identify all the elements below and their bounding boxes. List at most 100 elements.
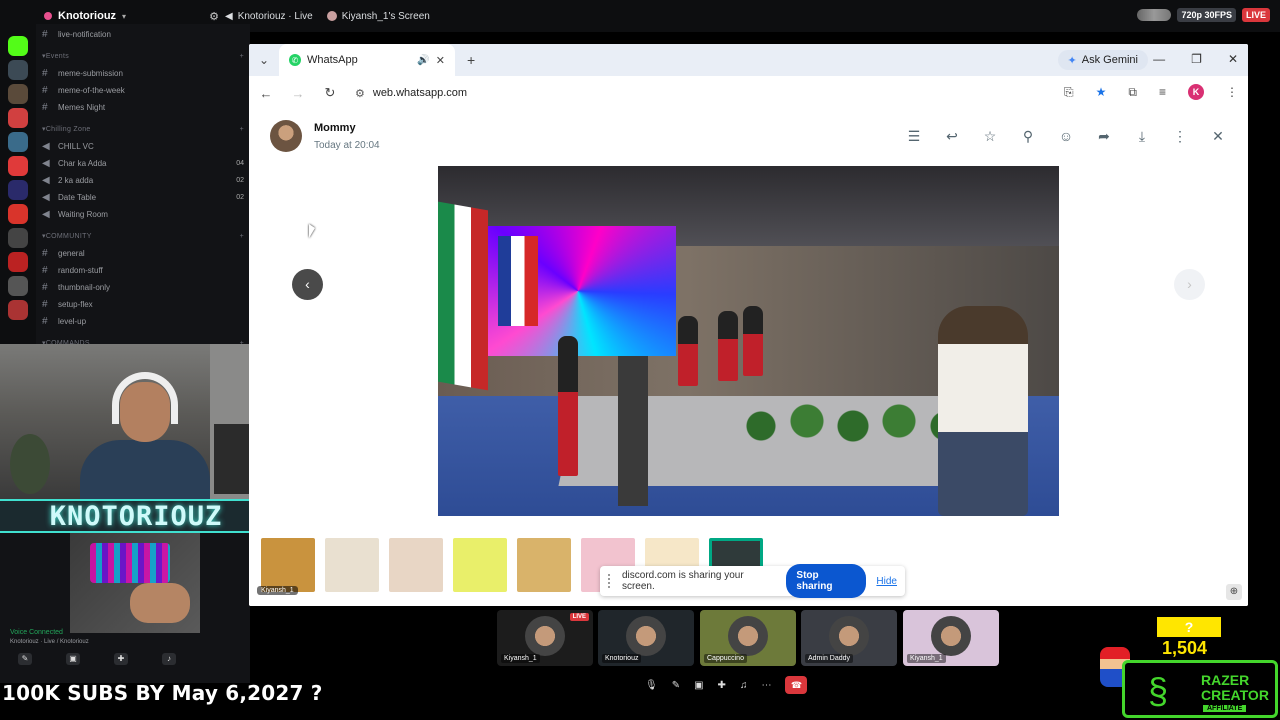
server-icon-kick[interactable] bbox=[8, 36, 28, 56]
cam-plant bbox=[10, 434, 50, 494]
next-media-button[interactable]: › bbox=[1174, 269, 1205, 300]
forward-icon[interactable]: ➦ bbox=[1096, 128, 1112, 145]
server-icon[interactable] bbox=[8, 204, 28, 224]
server-icon[interactable] bbox=[8, 132, 28, 152]
speaker-icon[interactable]: 🔊 bbox=[417, 55, 429, 66]
channel-category[interactable]: ▾ Events + bbox=[42, 47, 244, 65]
reload-icon[interactable]: ↻ bbox=[323, 85, 337, 101]
reading-list-icon[interactable]: ≡ bbox=[1159, 85, 1166, 99]
text-channel[interactable]: # Memes Night bbox=[42, 99, 244, 116]
voice-channel[interactable]: ◀ 2 ka adda 02 bbox=[42, 172, 244, 189]
channel-category[interactable]: ▾ COMMUNITY + bbox=[42, 227, 244, 245]
zoom-icon[interactable]: ⊕ bbox=[1226, 584, 1242, 600]
camera-icon[interactable]: ✎ bbox=[672, 680, 680, 691]
text-channel[interactable]: # level-up bbox=[42, 313, 244, 330]
more-menu-icon[interactable]: ⋮ bbox=[1226, 85, 1238, 99]
site-info-icon[interactable]: ⚙ bbox=[355, 87, 365, 100]
text-channel[interactable]: # meme-of-the-week bbox=[42, 82, 244, 99]
channel-category[interactable]: ▾ Chilling Zone + bbox=[42, 120, 244, 138]
media-thumbnail[interactable] bbox=[453, 538, 507, 592]
hide-link[interactable]: Hide bbox=[876, 576, 897, 587]
screen-share-icon[interactable]: ▣ bbox=[66, 653, 80, 665]
text-channel[interactable]: # random-stuff bbox=[42, 262, 244, 279]
text-channel[interactable]: # meme-submission bbox=[42, 65, 244, 82]
forward-icon[interactable]: → bbox=[291, 86, 305, 101]
download-icon[interactable]: ⤓ bbox=[1134, 128, 1150, 145]
server-icon[interactable] bbox=[8, 276, 28, 296]
star-icon[interactable]: ☆ bbox=[982, 128, 998, 145]
webcam-feed bbox=[0, 344, 270, 500]
screen-title[interactable]: Kiyansh_1's Screen bbox=[326, 11, 430, 22]
server-icon[interactable] bbox=[8, 108, 28, 128]
ask-gemini-button[interactable]: ✦ Ask Gemini bbox=[1057, 50, 1148, 70]
stream-title[interactable]: ◀ Knotoriouz · Live bbox=[225, 11, 313, 22]
text-channel[interactable]: # live-notification bbox=[42, 26, 244, 43]
close-icon[interactable]: ✕ bbox=[1228, 52, 1238, 66]
media-thumbnail[interactable] bbox=[325, 538, 379, 592]
disconnect-button[interactable]: ☎ bbox=[785, 676, 808, 694]
extensions-icon[interactable]: ⧉ bbox=[1128, 85, 1137, 100]
invite-icon[interactable]: ⚙ bbox=[209, 10, 219, 23]
sender-info[interactable]: Mommy Today at 20:04 bbox=[270, 120, 380, 152]
viewer-avatars[interactable] bbox=[1137, 9, 1172, 21]
voice-channel[interactable]: ◀ Waiting Room bbox=[42, 206, 244, 223]
tab-search-icon[interactable]: ⌄ bbox=[249, 53, 279, 67]
text-channel[interactable]: # setup-flex bbox=[42, 296, 244, 313]
voice-tile[interactable]: Kiyansh_1 bbox=[903, 610, 999, 666]
voice-connected-status[interactable]: Voice Connected bbox=[10, 629, 63, 636]
pin-icon[interactable]: ⚲ bbox=[1020, 128, 1036, 145]
quality-badge[interactable]: 720p 30FPS bbox=[1177, 8, 1236, 22]
activities-icon[interactable]: ✚ bbox=[114, 653, 128, 665]
restore-icon[interactable]: ❐ bbox=[1191, 52, 1202, 66]
react-emoji-icon[interactable]: ☺ bbox=[1058, 128, 1074, 145]
bookmark-star-icon[interactable]: ★ bbox=[1096, 85, 1107, 99]
soundboard-icon[interactable]: ♫ bbox=[740, 680, 748, 691]
voice-tile[interactable]: Kiyansh_1 LIVE bbox=[497, 610, 593, 666]
server-icon[interactable] bbox=[8, 156, 28, 176]
voice-channel[interactable]: ◀ Date Table 02 bbox=[42, 189, 244, 206]
screen-share-icon[interactable]: ▣ bbox=[694, 680, 703, 691]
media-thumbnail[interactable] bbox=[261, 538, 315, 592]
activities-icon[interactable]: ✚ bbox=[718, 680, 726, 691]
minimize-icon[interactable]: — bbox=[1153, 52, 1165, 66]
voice-channel[interactable]: ◀ CHILL VC bbox=[42, 138, 244, 155]
more-icon[interactable]: ⋯ bbox=[761, 680, 771, 691]
media-thumbnail[interactable] bbox=[389, 538, 443, 592]
stop-sharing-button[interactable]: Stop sharing bbox=[786, 564, 867, 598]
server-icon[interactable] bbox=[8, 60, 28, 80]
add-channel-icon[interactable]: + bbox=[240, 126, 244, 133]
voice-tile[interactable]: Admin Daddy bbox=[801, 610, 897, 666]
voice-tile[interactable]: Cappuccino bbox=[700, 610, 796, 666]
soundboard-icon[interactable]: ♪ bbox=[162, 653, 176, 665]
tab-whatsapp[interactable]: ✆ WhatsApp 🔊 ✕ bbox=[279, 44, 455, 76]
user-avatar bbox=[626, 616, 666, 656]
new-tab-button[interactable]: + bbox=[467, 52, 475, 68]
close-viewer-icon[interactable]: ✕ bbox=[1210, 128, 1226, 145]
camera-off-icon[interactable]: ✎ bbox=[18, 653, 32, 665]
install-app-icon[interactable]: ⎘ bbox=[1064, 85, 1074, 100]
go-to-message-icon[interactable]: ☰ bbox=[906, 128, 922, 145]
server-icon[interactable] bbox=[8, 84, 28, 104]
server-icon[interactable] bbox=[8, 180, 28, 200]
video-player[interactable] bbox=[438, 166, 1059, 516]
previous-media-button[interactable]: ‹ bbox=[292, 269, 323, 300]
server-icon[interactable] bbox=[8, 252, 28, 272]
reply-icon[interactable]: ↩ bbox=[944, 128, 960, 145]
server-icon[interactable] bbox=[8, 228, 28, 248]
microphone-icon[interactable]: 🎙 bbox=[645, 680, 658, 691]
text-channel[interactable]: # thumbnail-only bbox=[42, 279, 244, 296]
back-icon[interactable]: ← bbox=[259, 86, 273, 101]
profile-avatar[interactable]: K bbox=[1188, 84, 1204, 100]
add-channel-icon[interactable]: + bbox=[240, 233, 244, 240]
url-field[interactable]: ⚙ web.whatsapp.com bbox=[355, 87, 467, 100]
server-icon[interactable] bbox=[8, 300, 28, 320]
close-tab-icon[interactable]: ✕ bbox=[436, 54, 445, 67]
drag-handle-icon[interactable] bbox=[608, 574, 612, 588]
add-channel-icon[interactable]: + bbox=[240, 53, 244, 60]
voice-tile[interactable]: Knotoriouz bbox=[598, 610, 694, 666]
voice-channel[interactable]: ◀ Char ka Adda 04 bbox=[42, 155, 244, 172]
media-thumbnail[interactable] bbox=[517, 538, 571, 592]
text-channel[interactable]: # general bbox=[42, 245, 244, 262]
server-header[interactable]: Knotoriouz ▾ ⚙ bbox=[44, 10, 219, 23]
more-options-icon[interactable]: ⋮ bbox=[1172, 128, 1188, 145]
